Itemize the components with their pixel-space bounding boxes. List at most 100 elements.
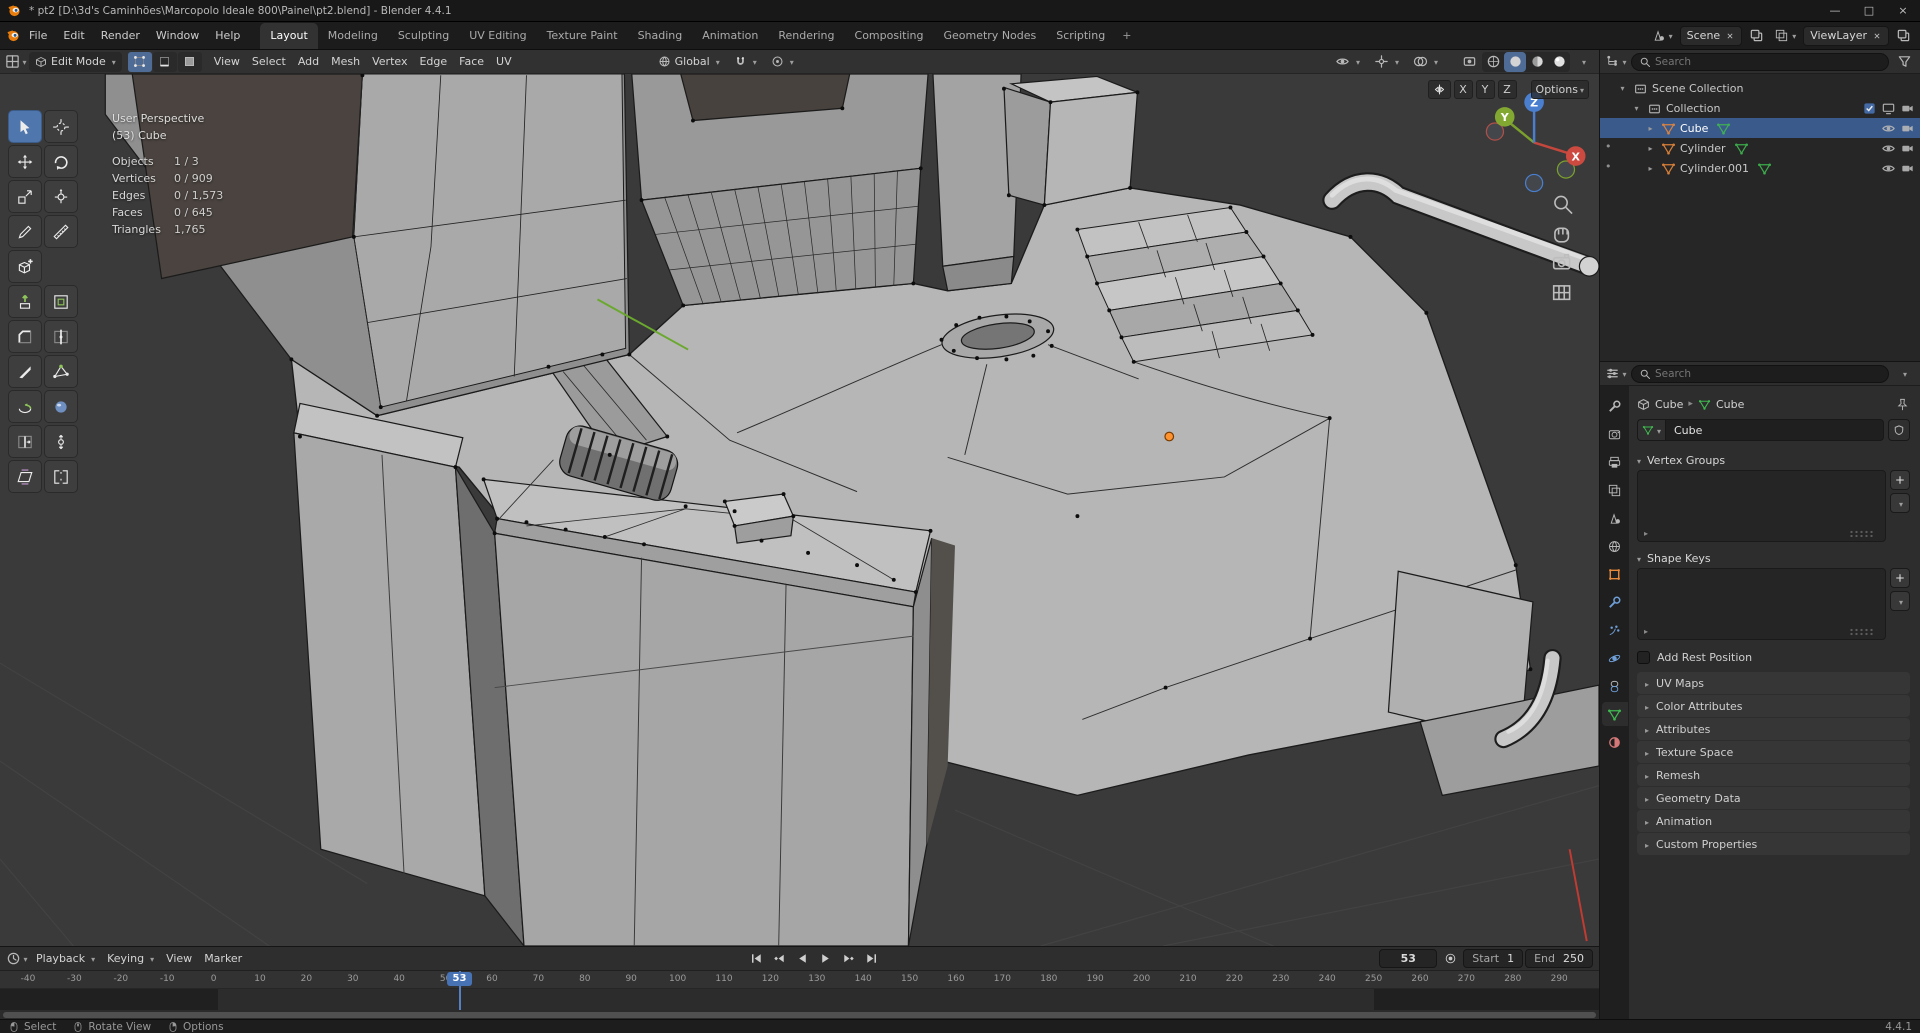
hide-eye-icon[interactable] (1881, 161, 1896, 176)
render-camera-icon[interactable] (1900, 161, 1915, 176)
properties-tab-object-data[interactable] (1601, 702, 1628, 726)
workspace-tab-uv-editing[interactable]: UV Editing (459, 23, 536, 49)
workspace-tab-geometry-nodes[interactable]: Geometry Nodes (933, 23, 1046, 49)
scrollbar-thumb[interactable] (3, 1012, 1596, 1018)
collapsed-panel-header[interactable]: Geometry Data (1637, 787, 1910, 809)
viewport-menu-vertex[interactable]: Vertex (366, 52, 413, 72)
pin-icon[interactable] (1895, 397, 1910, 412)
disclosure-arrow[interactable]: ▾ (1616, 84, 1629, 93)
timeline-menu-playback[interactable]: Playback (30, 949, 101, 969)
outliner-row-scene-collection[interactable]: ▾ Scene Collection (1600, 78, 1920, 98)
menu-help[interactable]: Help (207, 26, 248, 45)
panel-header[interactable]: Shape Keys (1637, 548, 1910, 568)
menu-window[interactable]: Window (148, 26, 207, 45)
properties-search-input[interactable] (1655, 367, 1881, 380)
workspace-tab-scripting[interactable]: Scripting (1046, 23, 1115, 49)
options-dropdown[interactable]: Options (1530, 80, 1589, 99)
collapsed-panel-header[interactable]: UV Maps (1637, 672, 1910, 694)
next-keyframe-button[interactable] (837, 949, 859, 969)
properties-tab-material[interactable] (1602, 730, 1628, 754)
jump-to-end-button[interactable] (860, 949, 882, 969)
empty-list-box[interactable] (1637, 568, 1886, 640)
shading-material-button[interactable] (1526, 52, 1548, 72)
tool-edge-slide[interactable] (8, 425, 42, 458)
tool-smooth[interactable] (44, 390, 78, 423)
tool-spin[interactable] (8, 390, 42, 423)
visibility-dropdown[interactable] (1329, 52, 1366, 72)
collapsed-panel-header[interactable]: Attributes (1637, 718, 1910, 740)
timeline-menu-view[interactable]: View (160, 949, 198, 969)
outliner-search[interactable] (1631, 52, 1889, 71)
tool-bevel[interactable] (8, 320, 42, 353)
blender-menu-icon[interactable] (6, 28, 21, 43)
mirror-icon-button[interactable] (1427, 80, 1451, 99)
viewport-menu-mesh[interactable]: Mesh (325, 52, 366, 72)
mesh-browse-button[interactable] (1637, 419, 1665, 441)
workspace-tab-rendering[interactable]: Rendering (768, 23, 844, 49)
workspace-tab-layout[interactable]: Layout (260, 23, 318, 49)
shading-rendered-button[interactable] (1548, 52, 1570, 72)
vertex-select-button[interactable] (127, 51, 152, 72)
panel-header[interactable]: Vertex Groups (1637, 450, 1910, 470)
mode-dropdown[interactable]: Edit Mode (29, 51, 122, 72)
properties-options-button[interactable] (1893, 364, 1915, 384)
timeline-menu-keying[interactable]: Keying (101, 949, 160, 969)
mirror-x-toggle[interactable]: X (1453, 80, 1473, 99)
minimize-button[interactable]: — (1818, 0, 1852, 21)
tool-move[interactable] (8, 145, 42, 178)
tool-shear[interactable] (8, 460, 42, 493)
outliner-row-collection[interactable]: ▾ Collection (1600, 98, 1920, 118)
collapsed-panel-header[interactable]: Custom Properties (1637, 833, 1910, 855)
list-resize-grip[interactable] (1849, 628, 1875, 635)
properties-tab-output[interactable] (1602, 450, 1628, 474)
new-scene-button[interactable] (1746, 26, 1767, 45)
scene-unlink-icon[interactable] (1725, 31, 1735, 41)
tool-annotate[interactable] (8, 215, 42, 248)
list-add-button[interactable] (1890, 470, 1910, 490)
gizmos-dropdown[interactable] (1368, 52, 1405, 72)
new-viewlayer-button[interactable] (1893, 26, 1914, 45)
properties-tab-scene[interactable] (1602, 506, 1628, 530)
workspace-tab-modeling[interactable]: Modeling (318, 23, 388, 49)
disclosure-arrow[interactable]: ▾ (1630, 104, 1643, 113)
workspace-tab-compositing[interactable]: Compositing (845, 23, 934, 49)
properties-tab-view-layer[interactable] (1602, 478, 1628, 502)
tool-transform[interactable] (44, 180, 78, 213)
list-add-button[interactable] (1890, 568, 1910, 588)
face-select-button[interactable] (177, 51, 202, 72)
tool-knife[interactable] (8, 355, 42, 388)
maximize-button[interactable]: □ (1852, 0, 1886, 21)
tool-shrink-fatten[interactable] (44, 425, 78, 458)
mirror-y-toggle[interactable]: Y (1475, 80, 1495, 99)
render-camera-icon[interactable] (1900, 101, 1915, 116)
render-camera-icon[interactable] (1900, 121, 1915, 136)
outliner-editor-type-button[interactable] (1605, 52, 1627, 72)
workspace-tab-texture-paint[interactable]: Texture Paint (537, 23, 628, 49)
tool-measure[interactable] (44, 215, 78, 248)
tool-poly-build[interactable] (44, 355, 78, 388)
properties-tab-modifiers[interactable] (1602, 590, 1628, 614)
collection-checkbox[interactable] (1862, 101, 1877, 116)
tool-rip-region[interactable] (44, 460, 78, 493)
editor-type-button[interactable] (5, 52, 27, 72)
tool-extrude-region[interactable] (8, 285, 42, 318)
timeline-ruler[interactable]: -40-30-20-100102030405060708090100110120… (0, 971, 1599, 989)
menu-edit[interactable]: Edit (55, 26, 92, 45)
jump-to-start-button[interactable] (745, 949, 767, 969)
frame-end-field[interactable]: End 250 (1525, 949, 1593, 968)
outliner-row-cylinder[interactable]: ▸ Cylinder (1600, 138, 1920, 158)
hide-eye-icon[interactable] (1881, 121, 1896, 136)
properties-tab-tool[interactable] (1602, 394, 1628, 418)
shading-options-dropdown[interactable] (1572, 52, 1594, 72)
viewlayer-selector[interactable]: ViewLayer (1803, 25, 1889, 46)
viewport-menu-edge[interactable]: Edge (413, 52, 453, 72)
tool-rotate[interactable] (44, 145, 78, 178)
proportional-edit-dropdown[interactable] (765, 52, 800, 72)
timeline-playhead[interactable]: 53 (446, 971, 473, 1010)
mesh-name-input[interactable] (1665, 419, 1884, 441)
disclosure-arrow[interactable]: ▸ (1644, 164, 1657, 173)
timeline-menu-marker[interactable]: Marker (198, 949, 248, 969)
scene-selector[interactable]: Scene (1679, 25, 1743, 46)
properties-tab-object[interactable] (1602, 562, 1628, 586)
viewport-disable-icon[interactable] (1881, 101, 1896, 116)
